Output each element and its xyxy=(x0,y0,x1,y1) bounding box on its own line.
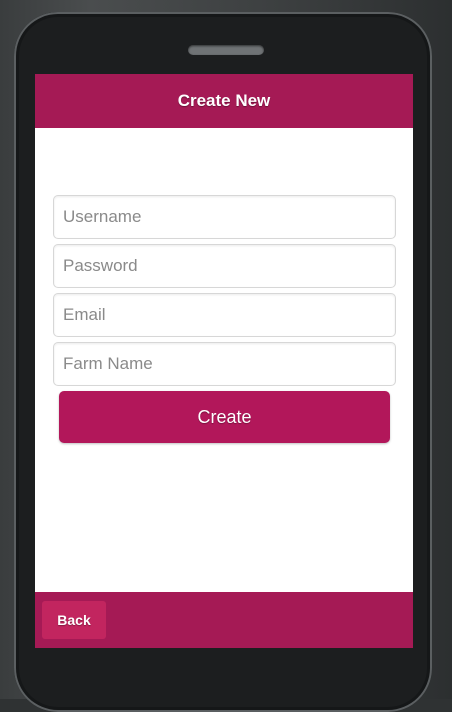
farm-name-input[interactable] xyxy=(53,342,396,386)
username-input[interactable] xyxy=(53,195,396,239)
page-title: Create New xyxy=(177,91,271,110)
phone-speaker xyxy=(188,45,264,55)
email-input[interactable] xyxy=(53,293,396,337)
create-button[interactable]: Create xyxy=(59,391,390,443)
footer-bar: Back xyxy=(35,592,413,648)
header-bar: Create New xyxy=(35,74,413,128)
app-screen: Create New Create Back xyxy=(35,74,413,648)
create-account-form: Create xyxy=(53,195,396,443)
password-input[interactable] xyxy=(53,244,396,288)
phone-frame: Create New Create Back xyxy=(14,12,432,712)
back-button[interactable]: Back xyxy=(42,601,106,639)
